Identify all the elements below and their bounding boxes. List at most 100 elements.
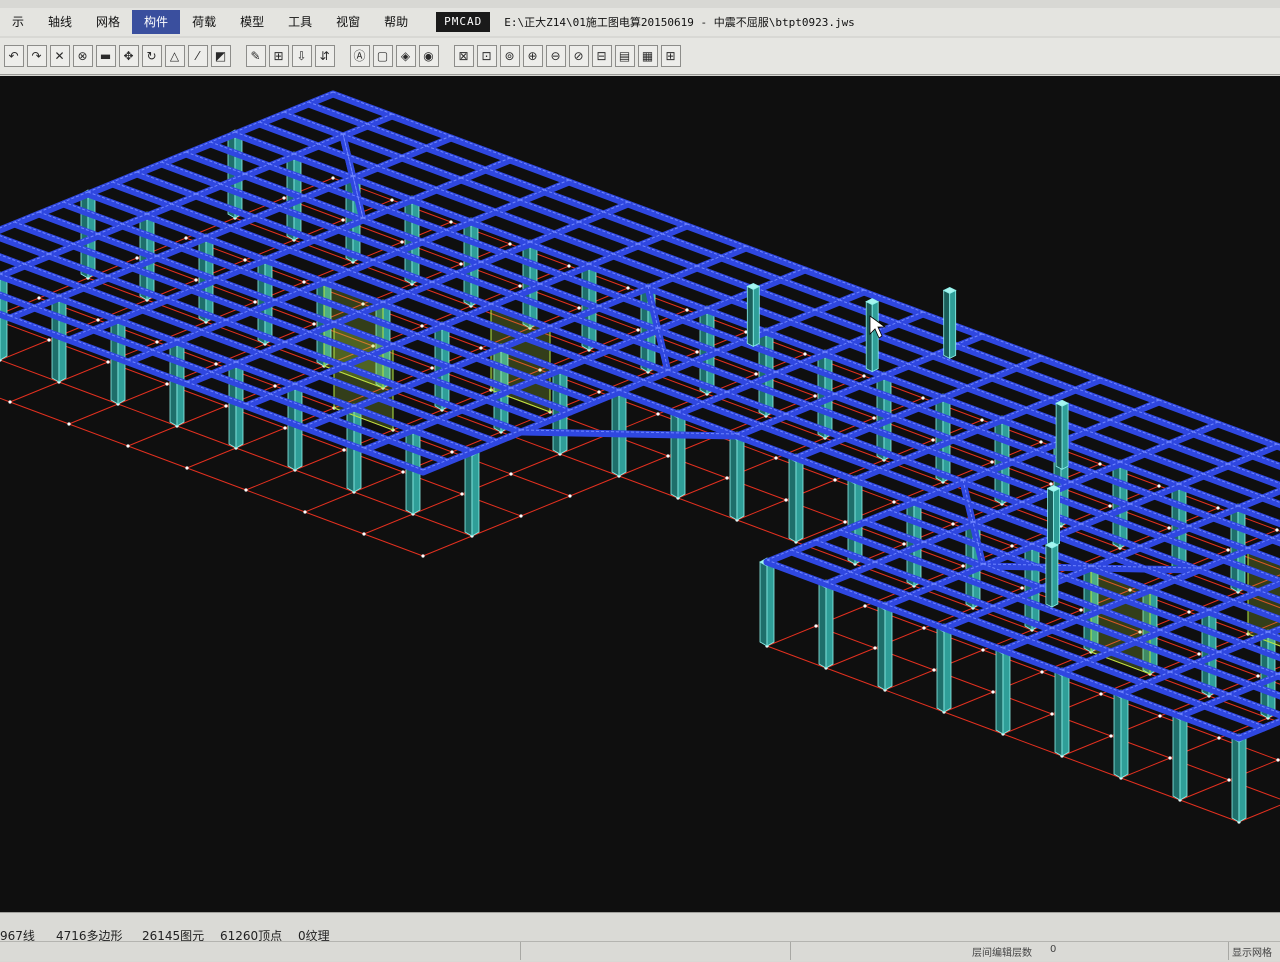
menu-item[interactable]: 网格 (84, 10, 132, 34)
slab-node (803, 352, 806, 355)
toolbar-button[interactable]: ⊞ (661, 45, 681, 67)
toolbar-button[interactable]: △ (165, 45, 185, 67)
column-shaft (737, 436, 744, 520)
beam (628, 204, 687, 226)
toolbar-button[interactable]: ⁄ (188, 45, 208, 67)
toolbar-button[interactable]: ⊡ (477, 45, 497, 67)
slab-mesh-line (128, 426, 177, 446)
toolbar-button[interactable]: ↷ (27, 45, 47, 67)
slab-node (331, 176, 334, 179)
file-path-title: E:\正大Z14\01施工图电算20150619 - 中震不屈服\btpt092… (504, 14, 855, 30)
slab-mesh-line (423, 536, 472, 556)
slab-node (508, 242, 511, 245)
toolbar-tool-icon: ▤ (619, 50, 630, 62)
slab-mesh-line (305, 512, 364, 534)
slab-node (990, 460, 993, 463)
toolbar-button[interactable]: ▦ (638, 45, 658, 67)
toolbar-button[interactable]: ✥ (119, 45, 139, 67)
menu-item[interactable]: 工具 (276, 10, 324, 34)
column-shaft (347, 408, 354, 492)
toolbar-button[interactable]: ⊗ (73, 45, 93, 67)
slab-node (302, 280, 305, 283)
column-shaft (826, 584, 833, 668)
beam (933, 356, 992, 378)
toolbar-button[interactable]: Ⓐ (350, 45, 370, 67)
tall-column (872, 302, 878, 372)
toolbar-button[interactable]: ↶ (4, 45, 24, 67)
beam (722, 258, 781, 280)
menu-item[interactable]: 帮助 (372, 10, 420, 34)
slab-node (273, 384, 276, 387)
toolbar-button[interactable]: ⊠ (454, 45, 474, 67)
slab-mesh-line (1121, 778, 1180, 800)
toolbar-button[interactable]: ▬ (96, 45, 116, 67)
toolbar-button[interactable]: ◈ (396, 45, 416, 67)
toolbar-tool-icon: ⊞ (665, 50, 675, 62)
slab-mesh-line (69, 424, 128, 446)
model-3d-viewport[interactable] (0, 76, 1280, 912)
slab-mesh-line (521, 496, 570, 516)
toolbar-button[interactable]: ▤ (615, 45, 635, 67)
slab-node (568, 494, 571, 497)
menu-item[interactable]: 轴线 (36, 10, 84, 34)
toolbar: ↶↷✕⊗▬✥↻△⁄◩✎⊞⇩⇵Ⓐ▢◈◉⊠⊡⊚⊕⊖⊘⊟▤▦⊞ (0, 38, 1280, 75)
toolbar-button[interactable]: ✕ (50, 45, 70, 67)
beam (1205, 706, 1264, 728)
toolbar-button[interactable]: ◉ (419, 45, 439, 67)
toolbar-button[interactable]: ⇩ (292, 45, 312, 67)
toolbar-button[interactable]: ▢ (373, 45, 393, 67)
slab-node (892, 500, 895, 503)
slab-node (303, 510, 306, 513)
toolbar-button[interactable]: ⊞ (269, 45, 289, 67)
slab-mesh-line (767, 646, 826, 668)
menu-item[interactable]: 示 (0, 10, 36, 34)
toolbar-button[interactable]: ⊟ (592, 45, 612, 67)
structure-model[interactable] (0, 76, 1280, 912)
menu-item[interactable]: 模型 (228, 10, 276, 34)
slab-node (862, 374, 865, 377)
slab-node (96, 318, 99, 321)
menu-item[interactable]: 视窗 (324, 10, 372, 34)
slab-node (1187, 610, 1190, 613)
layer-edit-value[interactable]: 0 (1050, 944, 1056, 955)
slab-node (980, 418, 983, 421)
toolbar-button[interactable]: ⊖ (546, 45, 566, 67)
slab-mesh-line (511, 454, 560, 474)
column-shaft (1055, 672, 1062, 756)
beam (520, 202, 579, 224)
beam (349, 272, 408, 294)
beam (1169, 444, 1228, 466)
slab-node (863, 604, 866, 607)
beam (805, 270, 864, 292)
toolbar-button[interactable]: ⊘ (569, 45, 589, 67)
toolbar-button[interactable]: ↻ (142, 45, 162, 67)
slab-node (1276, 758, 1279, 761)
display-grid-toggle[interactable]: 显示网格 (1232, 944, 1272, 959)
slab-node (754, 372, 757, 375)
beam (569, 182, 628, 204)
beam (290, 250, 349, 272)
toolbar-button[interactable]: ⊕ (523, 45, 543, 67)
slab-mesh-line (177, 426, 236, 448)
beam (673, 278, 732, 300)
menu-item[interactable]: 构件 (132, 10, 180, 34)
toolbar-tool-icon: ✥ (123, 50, 133, 62)
beam-edge (392, 114, 451, 136)
toolbar-button[interactable]: ⇵ (315, 45, 335, 67)
toolbar-button[interactable]: ◩ (211, 45, 231, 67)
tall-column (1046, 545, 1052, 607)
column-shaft (1114, 694, 1121, 778)
beam (510, 160, 569, 182)
beam (545, 192, 604, 214)
slab-node (931, 438, 934, 441)
tall-column (944, 290, 950, 358)
column-shaft (288, 386, 295, 470)
slab-node (567, 264, 570, 267)
menu-item[interactable]: 荷载 (180, 10, 228, 34)
slab-node (1226, 548, 1229, 551)
toolbar-button[interactable]: ✎ (246, 45, 266, 67)
beam (851, 574, 910, 596)
toolbar-button[interactable]: ⊚ (500, 45, 520, 67)
slab-node (1108, 504, 1111, 507)
slab-node (695, 350, 698, 353)
